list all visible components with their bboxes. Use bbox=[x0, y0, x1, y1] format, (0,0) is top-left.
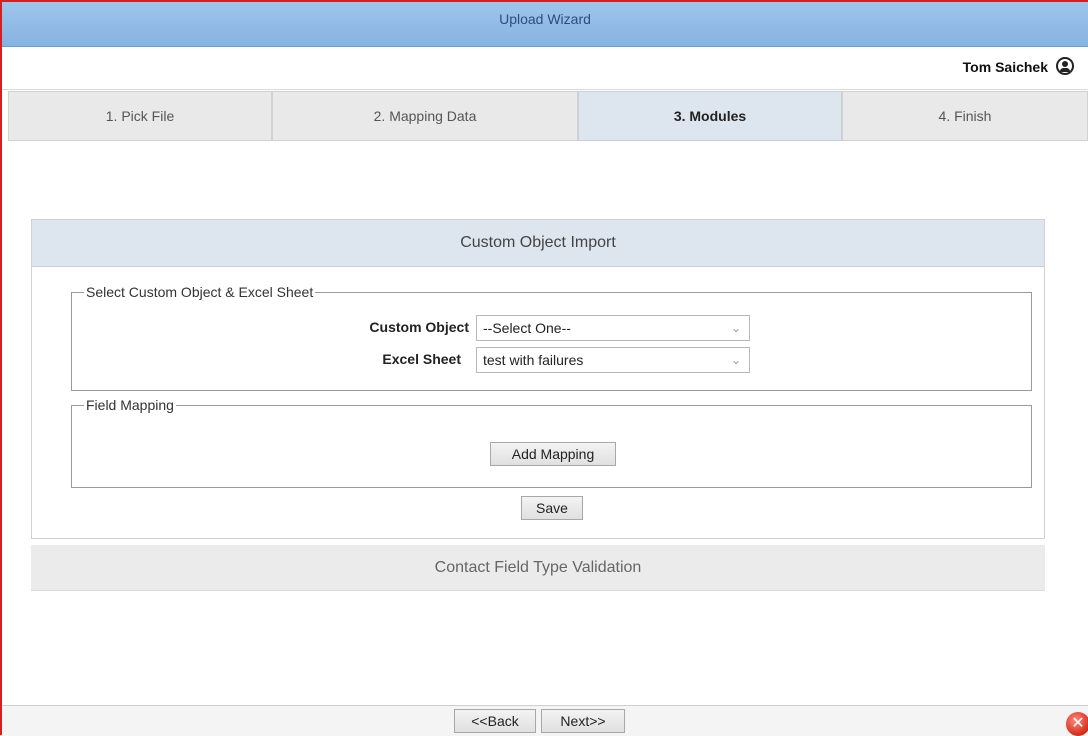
custom-object-import-panel: Custom Object Import Select Custom Objec… bbox=[31, 219, 1045, 539]
tab-modules[interactable]: 3. Modules bbox=[578, 91, 842, 141]
excel-sheet-value: test with failures bbox=[483, 352, 584, 368]
window-title: Upload Wizard bbox=[2, 2, 1088, 47]
tab-finish[interactable]: 4. Finish bbox=[842, 91, 1088, 141]
wizard-footer: <<Back Next>> bbox=[2, 705, 1088, 736]
wizard-steps: 1. Pick File 2. Mapping Data 3. Modules … bbox=[8, 91, 1088, 142]
close-icon[interactable]: ✕ bbox=[1066, 712, 1088, 736]
back-button[interactable]: <<Back bbox=[454, 709, 536, 733]
chevron-down-icon: ⌄ bbox=[730, 321, 741, 335]
custom-object-value: --Select One-- bbox=[483, 320, 571, 336]
user-bar: Tom Saichek bbox=[2, 47, 1088, 90]
select-object-legend: Select Custom Object & Excel Sheet bbox=[86, 284, 314, 300]
chevron-down-icon: ⌄ bbox=[730, 353, 741, 367]
field-mapping-legend: Field Mapping bbox=[86, 397, 174, 413]
custom-object-import-header[interactable]: Custom Object Import bbox=[32, 220, 1044, 267]
user-circle-icon[interactable] bbox=[1056, 57, 1074, 75]
user-name: Tom Saichek bbox=[962, 59, 1048, 75]
contact-field-validation-header[interactable]: Contact Field Type Validation bbox=[31, 545, 1045, 591]
excel-sheet-select[interactable]: test with failures ⌄ bbox=[476, 347, 750, 373]
excel-sheet-row: Excel Sheet test with failures ⌄ bbox=[32, 347, 1046, 373]
add-mapping-button[interactable]: Add Mapping bbox=[490, 442, 616, 466]
custom-object-label: Custom Object bbox=[369, 319, 469, 335]
excel-sheet-label: Excel Sheet bbox=[382, 351, 461, 367]
save-button[interactable]: Save bbox=[521, 496, 583, 520]
next-button[interactable]: Next>> bbox=[541, 709, 625, 733]
tab-pick-file[interactable]: 1. Pick File bbox=[8, 91, 272, 141]
tab-mapping-data[interactable]: 2. Mapping Data bbox=[272, 91, 578, 141]
custom-object-row: Custom Object --Select One-- ⌄ bbox=[32, 315, 1046, 341]
custom-object-select[interactable]: --Select One-- ⌄ bbox=[476, 315, 750, 341]
